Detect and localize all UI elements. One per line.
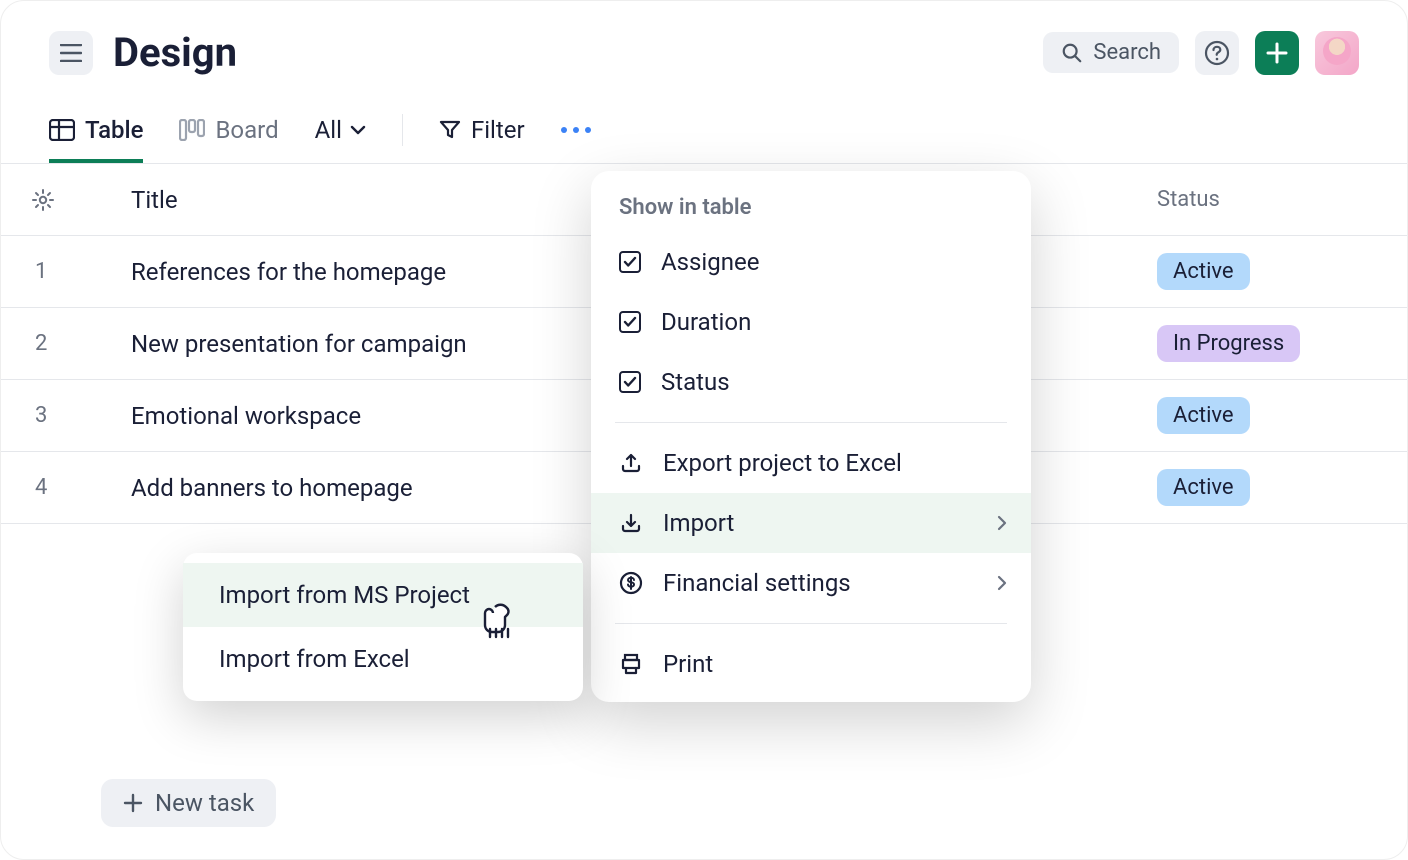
plus-icon xyxy=(123,793,143,813)
separator xyxy=(402,114,403,146)
import-label: Import xyxy=(663,509,734,537)
filter-icon xyxy=(439,119,461,141)
filter-button[interactable]: Filter xyxy=(439,116,525,144)
filter-all-dropdown[interactable]: All xyxy=(315,116,366,144)
toggle-status-label: Status xyxy=(661,368,730,396)
add-button[interactable] xyxy=(1255,31,1299,75)
chevron-right-icon xyxy=(997,515,1007,531)
import-submenu: Import from MS Project Import from Excel xyxy=(183,553,583,701)
dot-icon xyxy=(585,127,591,133)
status-badge: Active xyxy=(1157,469,1250,506)
menu-icon xyxy=(60,44,82,62)
checkbox-checked-icon xyxy=(619,251,641,273)
dot-icon xyxy=(561,127,567,133)
import-icon xyxy=(619,511,643,535)
export-icon xyxy=(619,451,643,475)
avatar[interactable] xyxy=(1315,31,1359,75)
financial-settings-label: Financial settings xyxy=(663,569,851,597)
export-excel-label: Export project to Excel xyxy=(663,449,902,477)
chevron-down-icon xyxy=(350,125,366,135)
row-number: 3 xyxy=(31,403,121,428)
toggle-assignee-label: Assignee xyxy=(661,248,759,276)
page-title: Design xyxy=(113,29,1023,76)
search-button[interactable]: Search xyxy=(1043,32,1179,73)
import-ms-project-item[interactable]: Import from MS Project xyxy=(183,563,583,627)
tab-table-label: Table xyxy=(85,116,143,144)
tab-board-label: Board xyxy=(215,116,278,144)
tab-board[interactable]: Board xyxy=(179,96,278,163)
table-icon xyxy=(49,119,75,141)
print-icon xyxy=(619,652,643,676)
separator xyxy=(615,422,1007,423)
gear-icon[interactable] xyxy=(31,188,55,212)
row-number: 1 xyxy=(31,259,121,284)
help-icon xyxy=(1204,40,1230,66)
filter-label: Filter xyxy=(471,116,525,144)
import-excel-item[interactable]: Import from Excel xyxy=(183,627,583,691)
row-number: 4 xyxy=(31,475,121,500)
toggle-duration[interactable]: Duration xyxy=(591,292,1031,352)
toggle-duration-label: Duration xyxy=(661,308,751,336)
column-status[interactable]: Status xyxy=(1157,187,1377,212)
status-badge: Active xyxy=(1157,253,1250,290)
row-number: 2 xyxy=(31,331,121,356)
status-badge: In Progress xyxy=(1157,325,1300,362)
help-button[interactable] xyxy=(1195,31,1239,75)
status-badge: Active xyxy=(1157,397,1250,434)
print-label: Print xyxy=(663,650,713,678)
separator xyxy=(615,623,1007,624)
plus-icon xyxy=(1266,42,1288,64)
new-task-button[interactable]: New task xyxy=(101,779,276,827)
tab-table[interactable]: Table xyxy=(49,96,143,163)
search-icon xyxy=(1061,42,1083,64)
import-item[interactable]: Import xyxy=(591,493,1031,553)
more-options-button[interactable] xyxy=(561,127,591,133)
checkbox-checked-icon xyxy=(619,371,641,393)
chevron-right-icon xyxy=(997,575,1007,591)
new-task-label: New task xyxy=(155,789,254,817)
hamburger-menu-button[interactable] xyxy=(49,31,93,75)
financial-settings-item[interactable]: Financial settings xyxy=(591,553,1031,613)
dot-icon xyxy=(573,127,579,133)
panel-section-label: Show in table xyxy=(591,195,1031,232)
dollar-icon xyxy=(619,571,643,595)
checkbox-checked-icon xyxy=(619,311,641,333)
toggle-status[interactable]: Status xyxy=(591,352,1031,412)
export-excel-item[interactable]: Export project to Excel xyxy=(591,433,1031,493)
toggle-assignee[interactable]: Assignee xyxy=(591,232,1031,292)
more-options-panel: Show in table Assignee Duration Status E… xyxy=(591,171,1031,702)
print-item[interactable]: Print xyxy=(591,634,1031,694)
board-icon xyxy=(179,119,205,141)
search-label: Search xyxy=(1093,40,1161,65)
filter-all-label: All xyxy=(315,116,342,144)
